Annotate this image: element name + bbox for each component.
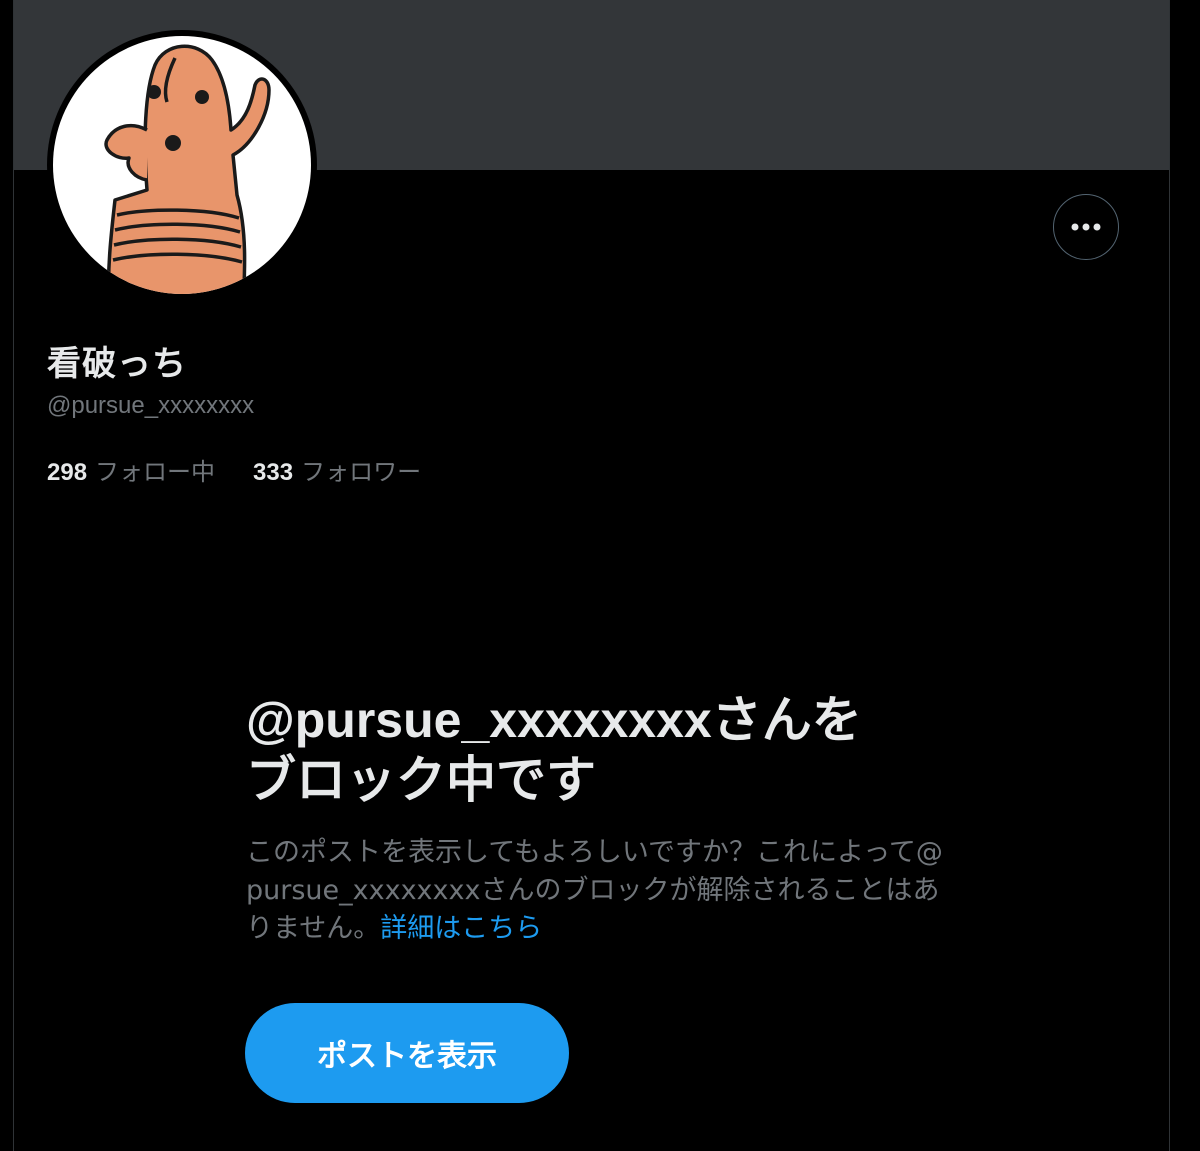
right-column-border <box>1169 0 1170 1151</box>
following-count: 298 <box>47 459 88 486</box>
profile-page: 看破っち @pursue_xxxxxxxx 298 フォロー中 333 フォロワ… <box>0 0 1200 1151</box>
followers-link[interactable]: 333 フォロワー <box>253 452 421 487</box>
followers-label: フォロワー <box>301 458 422 486</box>
following-label: フォロー中 <box>95 458 216 486</box>
followers-count: 333 <box>253 459 294 486</box>
learn-more-link[interactable]: 詳細はこちら <box>380 913 542 944</box>
more-dots-icon <box>1071 223 1101 231</box>
following-link[interactable]: 298 フォロー中 <box>47 452 215 487</box>
haniwa-character-avatar-icon <box>53 36 311 294</box>
left-column-border <box>13 0 14 1151</box>
follow-stats: 298 フォロー中 333 フォロワー <box>47 452 421 487</box>
blocked-notice-text: このポストを表示してもよろしいですか？これによって@pursue_xxxxxxx… <box>246 837 943 944</box>
blocked-notice-description: このポストを表示してもよろしいですか？これによって@pursue_xxxxxxx… <box>246 834 946 948</box>
more-options-button[interactable] <box>1053 194 1119 260</box>
view-posts-button[interactable]: ポストを表示 <box>245 1003 569 1103</box>
display-name: 看破っち <box>47 344 187 384</box>
blocked-notice-title: @pursue_xxxxxxxxさんをブロック中です <box>246 692 862 808</box>
avatar[interactable] <box>47 30 317 300</box>
user-handle: @pursue_xxxxxxxx <box>47 392 255 419</box>
